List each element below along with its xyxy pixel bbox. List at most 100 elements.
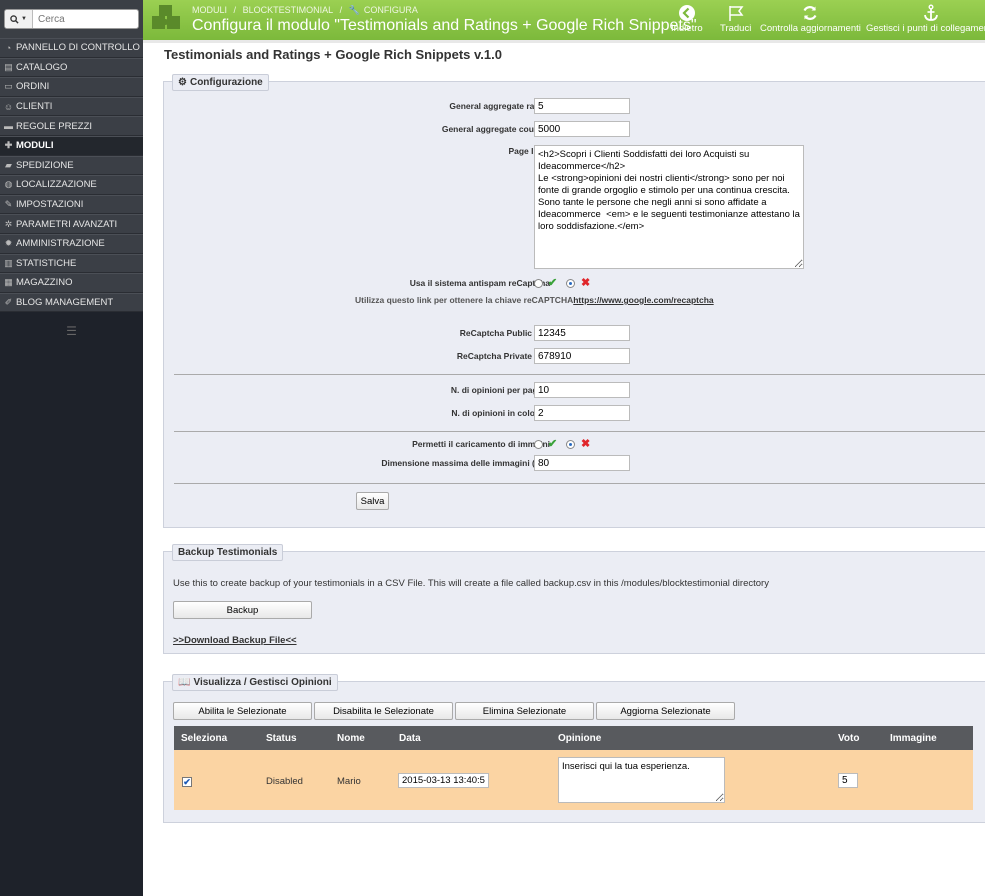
dashboard-icon: ◔: [5, 42, 12, 53]
price-rules-icon: ▬: [4, 121, 13, 132]
sidebar-item-ordini[interactable]: ▭ ORDINI: [0, 77, 143, 97]
image-upload-no-radio[interactable]: [566, 440, 575, 449]
row-select-checkbox[interactable]: ✔: [182, 777, 192, 787]
row-opinion-textarea[interactable]: Inserisci qui la tua esperienza.: [558, 757, 725, 803]
recaptcha-help-text: Utilizza questo link per ottenere la chi…: [355, 295, 714, 305]
update-selected-button[interactable]: Aggiorna Selezionate: [596, 702, 735, 720]
search-input[interactable]: [33, 11, 133, 27]
max-image-size-input[interactable]: [534, 455, 630, 471]
back-button-label: Indietro: [671, 23, 703, 34]
sidebar-item-catalogo[interactable]: ▤ CATALOGO: [0, 57, 143, 78]
column-name: Nome: [337, 733, 365, 744]
cross-icon: ✖: [581, 438, 591, 450]
wrench-icon: 🔧: [348, 5, 360, 15]
sidebar-item-label: SPEDIZIONE: [16, 159, 74, 171]
sidebar-item-magazzino[interactable]: ▦ MAGAZZINO: [0, 273, 143, 293]
save-button[interactable]: Salva: [356, 492, 389, 510]
sidebar-item-amministrazione[interactable]: ✹ AMMINISTRAZIONE: [0, 233, 143, 254]
manage-hooks-button[interactable]: Gestisci i punti di collegamento: [866, 4, 985, 34]
chevron-down-icon: ▼: [21, 16, 27, 22]
customers-icon: ☺: [3, 101, 14, 112]
row-status: Disabled: [266, 776, 303, 787]
sidebar-item-pannello-di-controllo[interactable]: ◔ PANNELLO DI CONTROLLO: [0, 38, 143, 58]
sidebar-item-label: ORDINI: [16, 81, 50, 93]
sidebar-item-label: CATALOGO: [16, 61, 68, 73]
book-icon: 📖: [178, 677, 191, 688]
breadcrumb: MODULI / BLOCKTESTIMONIAL / 🔧 CONFIGURA: [192, 5, 422, 16]
main-navigation: ◔ PANNELLO DI CONTROLLO ▤ CATALOGO ▭ ORDINI ☺ C…: [0, 38, 143, 313]
sidebar-item-label: AMMINISTRAZIONE: [16, 238, 105, 250]
sidebar-item-label: IMPOSTAZIONI: [16, 199, 84, 211]
column-status: Status: [266, 733, 297, 744]
divider: [174, 483, 985, 484]
sidebar-item-parametri-avanzati[interactable]: ✲ PARAMETRI AVANZATI: [0, 214, 143, 234]
reviews-panel: 📖 Visualizza / Gestisci Opinioni Abilita…: [163, 674, 985, 823]
wrench-icon: ✎: [4, 199, 13, 210]
back-button[interactable]: Indietro: [671, 4, 703, 34]
row-date-input[interactable]: [398, 773, 489, 788]
disable-selected-button[interactable]: Disabilita le Selezionate: [314, 702, 453, 720]
check-icon: ✔: [548, 438, 558, 450]
sidebar-item-statistiche[interactable]: ▥ STATISTICHE: [0, 253, 143, 274]
column-date: Data: [399, 733, 421, 744]
sidebar: ▼ ◔PANNELLO DI CONTROLLO▤CATALOGO▭ORDINI…: [0, 0, 143, 896]
backup-legend-label: Backup Testimonials: [178, 547, 278, 558]
download-backup-link[interactable]: >>Download Backup File<<: [173, 635, 297, 646]
recaptcha-no-radio[interactable]: [566, 279, 575, 288]
recaptcha-yes-radio[interactable]: [534, 279, 543, 288]
pencil-icon: ✐: [4, 297, 13, 308]
breadcrumb-blocktestimonial[interactable]: BLOCKTESTIMONIAL: [243, 5, 334, 15]
orders-icon: ▭: [4, 81, 13, 92]
puzzle-icon: ✚: [4, 140, 13, 151]
sidebar-item-label: CLIENTI: [16, 101, 53, 113]
image-upload-yes-radio[interactable]: [534, 440, 543, 449]
backup-description: Use this to create backup of your testim…: [173, 578, 769, 589]
column-vote: Voto: [838, 733, 860, 744]
page-intro-textarea[interactable]: <h2>Scopri i Clienti Soddisfatti dei lor…: [534, 145, 804, 269]
sidebar-item-localizzazione[interactable]: ◍ LOCALIZZAZIONE: [0, 175, 143, 195]
delete-selected-button[interactable]: Elimina Selezionate: [455, 702, 594, 720]
aggregate-rating-input[interactable]: [534, 98, 630, 114]
breadcrumb-modules[interactable]: MODULI: [192, 5, 227, 15]
check-updates-label: Controlla aggiornamenti: [760, 23, 861, 34]
puzzle-module-icon: [152, 5, 180, 29]
anchor-icon: [924, 4, 939, 21]
collapse-menu-icon[interactable]: ☰: [0, 324, 143, 338]
cogs-icon: ✲: [4, 218, 13, 229]
sidebar-item-moduli[interactable]: ✚ MODULI: [0, 135, 143, 156]
check-icon: ✔: [548, 277, 558, 289]
gears-icon: ⚙: [178, 77, 187, 88]
sidebar-item-label: PANNELLO DI CONTROLLO: [16, 42, 140, 54]
per-page-input[interactable]: [534, 382, 630, 398]
configuration-panel: ⚙ Configurazione General aggregate ratin…: [163, 74, 985, 528]
row-name: Mario: [337, 776, 361, 787]
backup-button[interactable]: Backup: [173, 601, 312, 619]
recaptcha-link[interactable]: https://www.google.com/recaptcha: [573, 295, 713, 305]
warehouse-icon: ▦: [4, 277, 13, 288]
sidebar-item-spedizione[interactable]: ▰ SPEDIZIONE: [0, 155, 143, 176]
breadcrumb-separator: /: [339, 5, 343, 15]
search-area: ▼: [0, 0, 143, 38]
divider: [174, 431, 985, 432]
sidebar-item-blog-management[interactable]: ✐ BLOG MANAGEMENT: [0, 292, 143, 313]
flag-icon: [728, 6, 744, 21]
sidebar-item-impostazioni[interactable]: ✎ IMPOSTAZIONI: [0, 194, 143, 215]
public-key-input[interactable]: [534, 325, 630, 341]
breadcrumb-configure: CONFIGURA: [363, 5, 418, 15]
search-type-dropdown[interactable]: ▼: [5, 10, 33, 28]
columns-input[interactable]: [534, 405, 630, 421]
manage-hooks-label: Gestisci i punti di collegamento: [866, 23, 985, 34]
enable-selected-button[interactable]: Abilita le Selezionate: [173, 702, 312, 720]
aggregate-counter-input[interactable]: [534, 121, 630, 137]
private-key-input[interactable]: [534, 348, 630, 364]
catalog-icon: ▤: [4, 61, 13, 72]
back-arrow-icon: [678, 5, 695, 21]
row-vote-input[interactable]: [838, 773, 858, 788]
sidebar-item-regole-prezzi[interactable]: ▬ REGOLE PREZZI: [0, 116, 143, 136]
column-image: Immagine: [890, 733, 937, 744]
translate-button[interactable]: Traduci: [720, 4, 751, 34]
sidebar-item-clienti[interactable]: ☺ CLIENTI: [0, 96, 143, 117]
table-row: ✔ Disabled Mario Inserisci qui la tua es…: [174, 750, 973, 810]
translate-button-label: Traduci: [720, 23, 752, 34]
check-updates-button[interactable]: Controlla aggiornamenti: [760, 4, 861, 34]
